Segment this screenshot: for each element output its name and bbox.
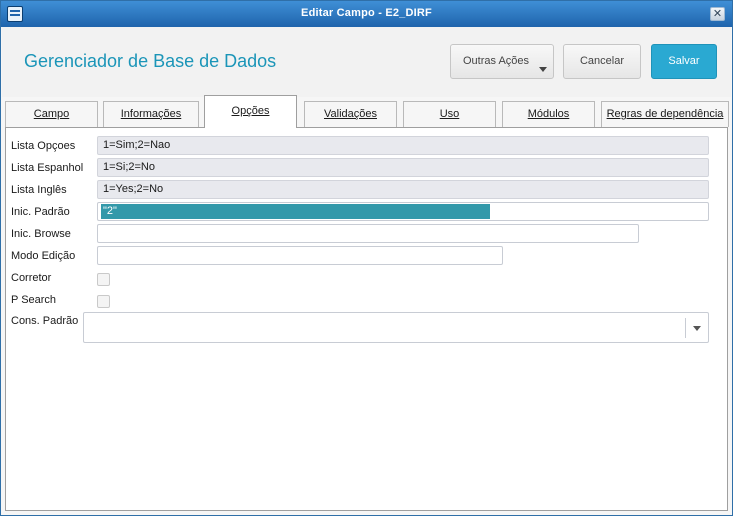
- lista-espanhol-field[interactable]: 1=Si;2=No: [97, 158, 709, 177]
- tab-bar: Campo Informações Opções Validações Uso …: [2, 95, 731, 128]
- save-button[interactable]: Salvar: [651, 44, 717, 79]
- inic-browse-field[interactable]: [97, 224, 639, 243]
- cancel-button[interactable]: Cancelar: [563, 44, 641, 79]
- p-search-label: P Search: [11, 294, 57, 306]
- tab-modulos[interactable]: Módulos: [502, 101, 595, 127]
- title-bar: Editar Campo - E2_DIRF ✕: [1, 1, 732, 27]
- page-header: Gerenciador de Base de Dados Outras Açõe…: [2, 27, 731, 97]
- cons-padrao-select[interactable]: [83, 312, 709, 343]
- inic-padrao-field[interactable]: "2": [97, 202, 709, 221]
- corretor-checkbox[interactable]: [97, 273, 110, 286]
- p-search-checkbox[interactable]: [97, 295, 110, 308]
- corretor-label: Corretor: [11, 272, 52, 284]
- lista-opcoes-label: Lista Opçoes: [11, 140, 76, 152]
- tab-validacoes[interactable]: Validações: [304, 101, 397, 127]
- cons-padrao-label: Cons. Padrão: [11, 315, 79, 327]
- lista-ingles-label: Lista Inglês: [11, 184, 67, 196]
- other-actions-button[interactable]: Outras Ações: [450, 44, 554, 79]
- inic-padrao-value: "2": [101, 204, 490, 219]
- modo-edicao-label: Modo Edição: [11, 250, 76, 262]
- lista-espanhol-label: Lista Espanhol: [11, 162, 84, 174]
- select-divider: [685, 318, 686, 338]
- window-title: Editar Campo - E2_DIRF: [301, 7, 432, 19]
- tab-regras-dependencia[interactable]: Regras de dependência: [601, 101, 729, 127]
- dialog-window: Editar Campo - E2_DIRF ✕ Gerenciador de …: [0, 0, 733, 516]
- page-title: Gerenciador de Base de Dados: [24, 51, 277, 71]
- modo-edicao-field[interactable]: [97, 246, 503, 265]
- tab-uso[interactable]: Uso: [403, 101, 496, 127]
- inic-padrao-label: Inic. Padrão: [11, 206, 70, 218]
- lista-opcoes-field[interactable]: 1=Sim;2=Nao: [97, 136, 709, 155]
- chevron-down-icon: [539, 67, 547, 72]
- lista-ingles-field[interactable]: 1=Yes;2=No: [97, 180, 709, 199]
- other-actions-label: Outras Ações: [463, 55, 530, 67]
- tab-campo[interactable]: Campo: [5, 101, 98, 127]
- chevron-down-icon: [693, 326, 701, 331]
- tab-opcoes[interactable]: Opções: [204, 95, 297, 128]
- inic-browse-label: Inic. Browse: [11, 228, 71, 240]
- tab-informacoes[interactable]: Informações: [103, 101, 199, 127]
- close-button[interactable]: ✕: [710, 7, 725, 21]
- options-panel: Lista Opçoes 1=Sim;2=Nao Lista Espanhol …: [5, 127, 728, 511]
